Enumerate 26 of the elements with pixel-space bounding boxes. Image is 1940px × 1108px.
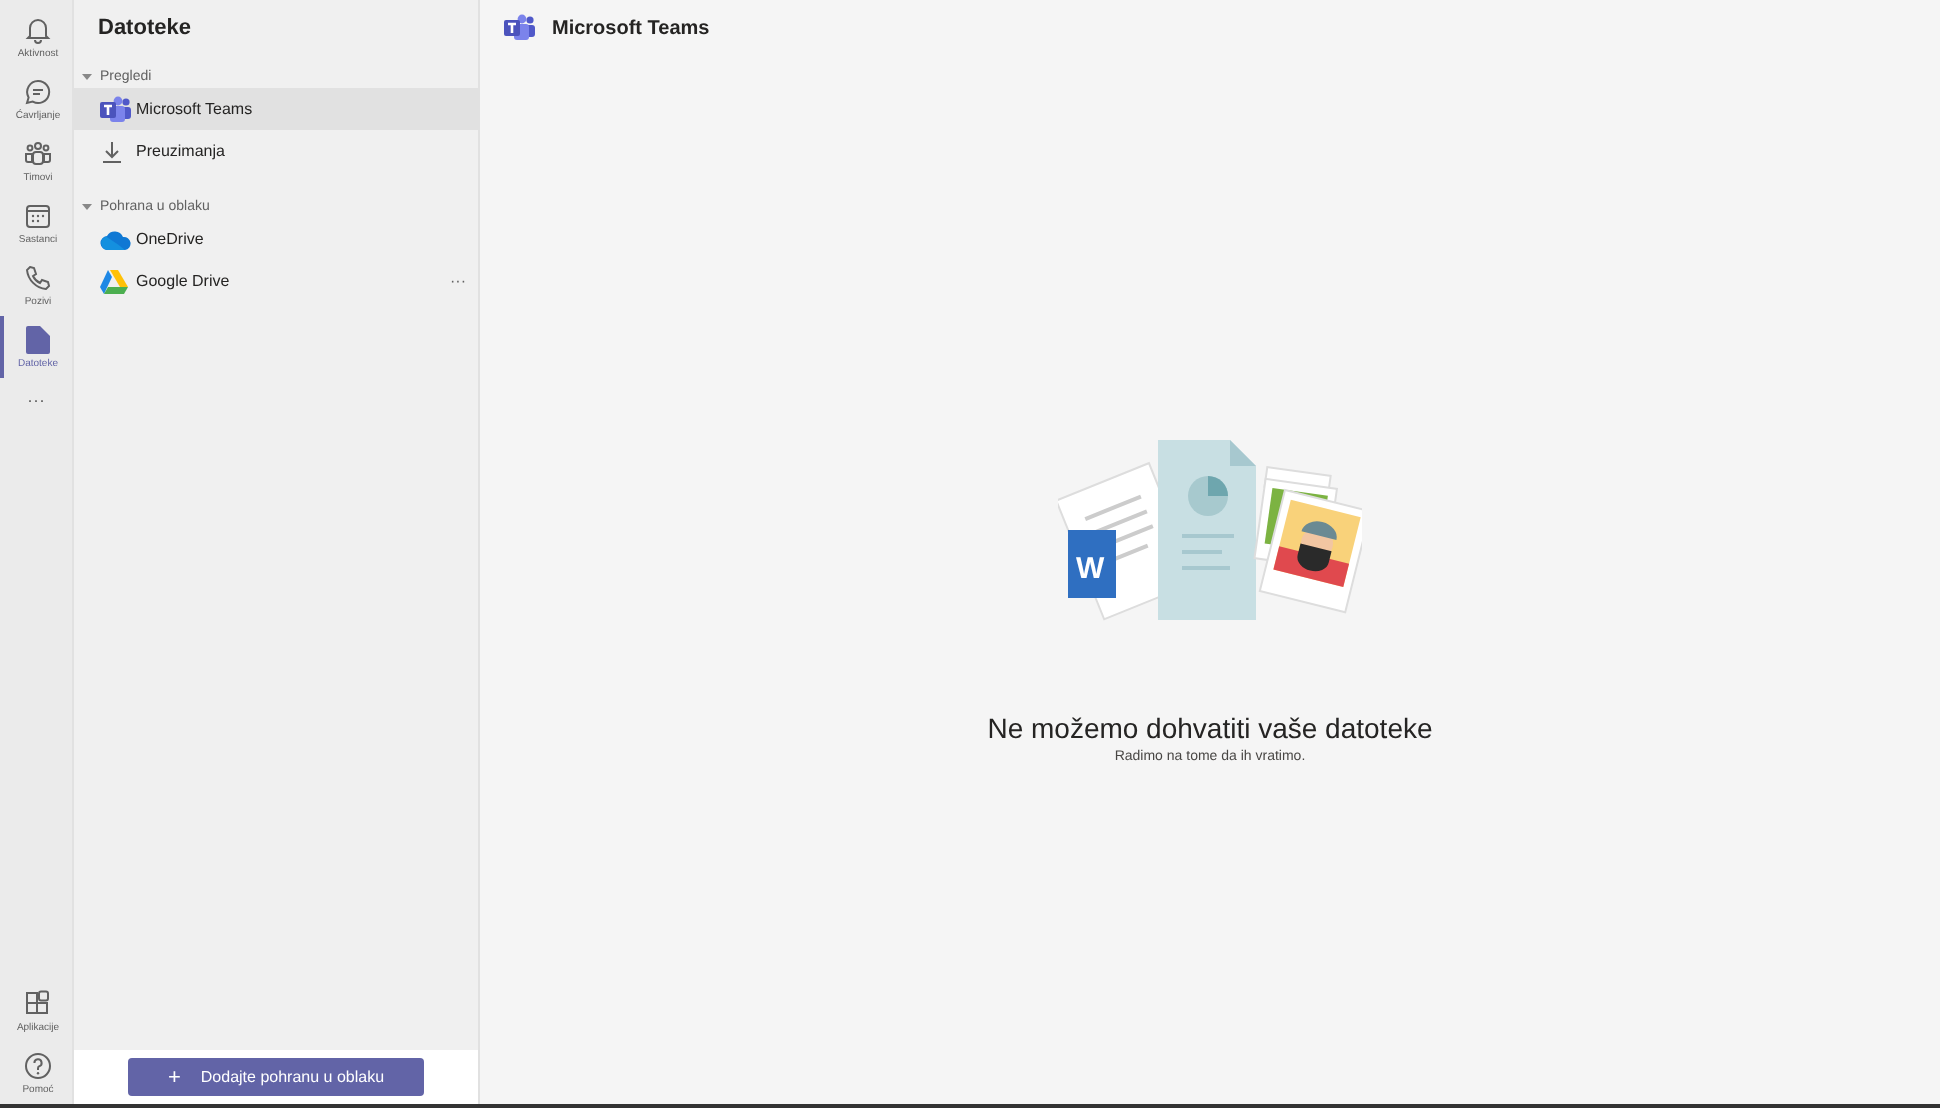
sidebar-item[interactable]: Preuzimanja [74, 130, 478, 172]
add-cloud-storage-button[interactable]: + Dodajte pohranu u oblaku [128, 1058, 424, 1096]
file-icon [26, 325, 50, 353]
calendar-icon [24, 201, 52, 229]
cloud-icon [100, 229, 132, 249]
files-illustration-drawing: W [1058, 436, 1362, 624]
teams-logo-icon [504, 14, 536, 42]
teams-logo-icon [100, 95, 132, 123]
caret-icon [82, 201, 92, 211]
sidebar-item[interactable]: Microsoft Teams [74, 88, 478, 130]
apps-icon [24, 989, 52, 1017]
empty-state-title: Ne možemo dohvatiti vaše datoteke [987, 712, 1433, 744]
more-apps-button[interactable]: ··· [0, 390, 72, 410]
sidebar-item[interactable]: Google Drive ··· [74, 260, 478, 302]
people-icon [24, 139, 52, 167]
page-title: Microsoft Teams [552, 17, 710, 39]
help-icon [24, 1051, 52, 1079]
download-icon [100, 139, 124, 163]
bell-icon [24, 15, 52, 43]
caret-icon [82, 71, 92, 81]
sidebar-item[interactable]: OneDrive [74, 218, 478, 260]
phone-icon [24, 263, 52, 291]
more-options-button[interactable]: ··· [450, 272, 466, 290]
drive-triangle-icon [100, 269, 128, 293]
chat-icon [24, 77, 52, 105]
sidebar-title: Datoteke [96, 14, 193, 44]
